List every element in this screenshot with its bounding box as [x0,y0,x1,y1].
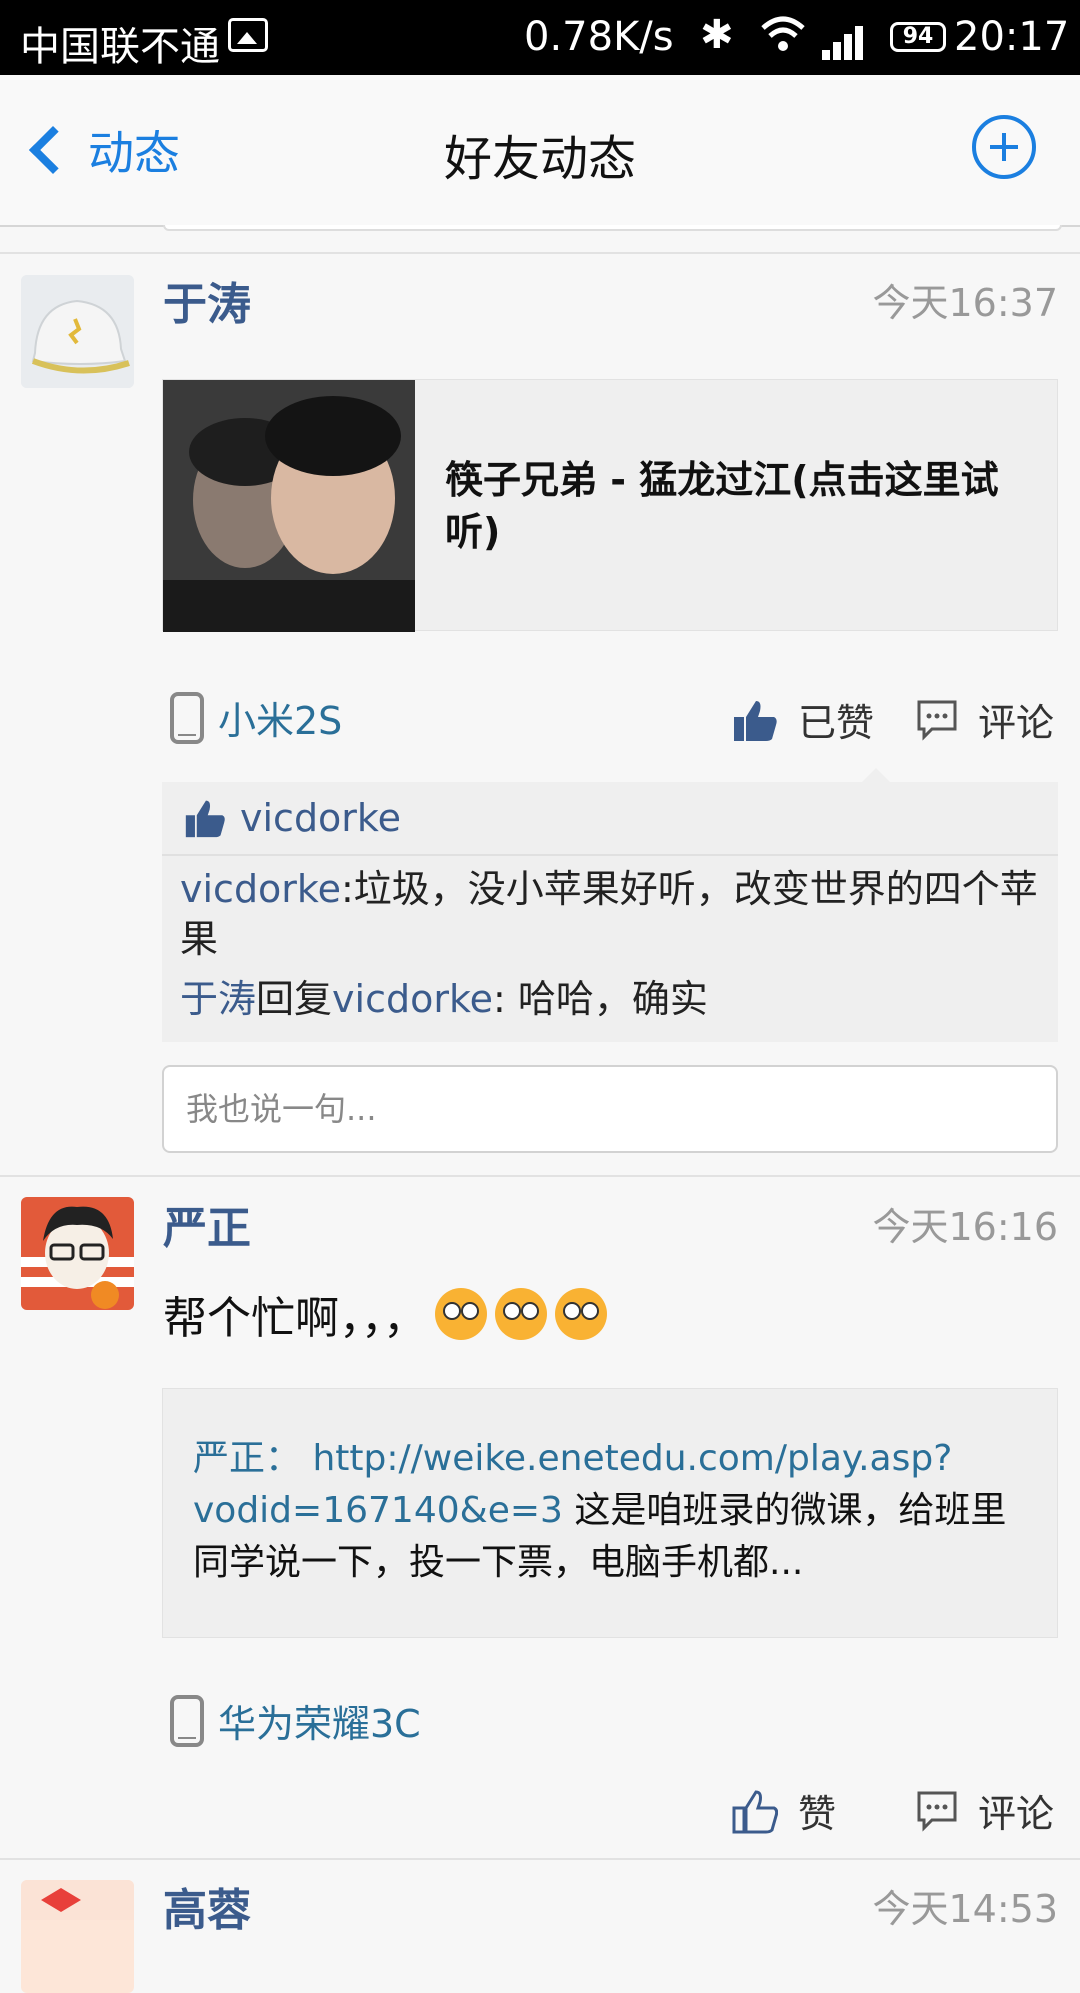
avatar[interactable] [21,275,134,388]
device-name: 小米2S [218,699,343,743]
like-label: 已赞 [798,701,875,745]
share-title: 筷子兄弟 - 猛龙过江(点击这里试听) [445,458,999,554]
add-icon[interactable] [972,115,1036,179]
likes-row: vicdorke [162,782,1058,856]
like-label: 赞 [798,1792,837,1836]
divider [0,252,1080,254]
comment-button[interactable]: 评论 [916,692,1054,747]
device-source: 华为荣耀3C [170,1693,421,1748]
network-speed: 0.78K/s [524,14,674,60]
reply-sep: : [493,977,518,1021]
comment-sep: : [340,867,354,911]
post-author[interactable]: 于涛 [163,268,251,332]
signal-icon [822,20,872,60]
comment-input[interactable]: 我也说一句... [162,1065,1058,1153]
post-author[interactable]: 高蓉 [163,1874,251,1938]
post-time: 今天14:53 [872,1887,1058,1931]
reply-item[interactable]: 于涛回复vicdorke: 哈哈，确实 [162,964,1058,1024]
avatar[interactable] [21,1197,134,1310]
divider [0,1858,1080,1860]
wifi-icon [760,14,806,64]
reply-to-user[interactable]: vicdorke [332,977,493,1021]
comment-user[interactable]: vicdorke [180,867,341,911]
reply-word: 回复 [256,977,333,1021]
like-button[interactable]: 已赞 [732,692,874,747]
link-author[interactable]: 严正： [193,1438,301,1479]
comment-pointer [862,768,890,782]
phone-icon [170,691,204,744]
divider [0,1175,1080,1177]
device-name: 华为荣耀3C [218,1702,421,1746]
share-thumbnail [163,380,415,632]
emoji-icon [435,1288,487,1340]
comment-icon [917,1791,957,1832]
post-author[interactable]: 严正 [163,1192,251,1256]
emoji-icon [495,1288,547,1340]
post-time: 今天16:37 [872,281,1058,325]
status-clock: 20:17 [954,14,1070,60]
status-bar: 中国联不通 0.78K/s ✱ 94 20:17 [0,0,1080,75]
comment-icon [917,700,957,741]
page-title: 好友动态 [443,131,636,187]
comment-label: 评论 [978,701,1055,745]
post-text: 帮个忙啊，，， [163,1282,607,1346]
emoji-icon [555,1288,607,1340]
battery-indicator: 94 [890,22,946,52]
image-notification-icon [228,18,268,52]
carrier-label: 中国联不通 [20,24,220,70]
previous-item-edge [163,225,1062,231]
post-time: 今天16:16 [872,1205,1058,1249]
phone-icon [170,1694,204,1747]
comment-button[interactable]: 评论 [916,1783,1054,1838]
liker-name[interactable]: vicdorke [240,796,401,840]
comments-panel: vicdorke vicdorke:垃圾，没小苹果好听，改变世界的四个苹果 于涛… [162,782,1058,1042]
nav-bar: 动态 好友动态 [0,75,1080,227]
thumbs-up-icon [185,800,225,838]
reply-text: 哈哈，确实 [517,977,708,1021]
music-share-card[interactable]: 筷子兄弟 - 猛龙过江(点击这里试听) [162,379,1058,632]
thumbs-up-outline-icon [732,1789,778,1833]
avatar[interactable] [21,1880,134,1993]
like-button[interactable]: 赞 [732,1783,836,1838]
post-text-content: 帮个忙啊，，， [163,1293,427,1344]
bluetooth-icon: ✱ [700,12,734,58]
comment-label: 评论 [978,1792,1055,1836]
thumbs-up-filled-icon [734,700,777,741]
reply-user[interactable]: 于涛 [180,977,256,1021]
link-share-card[interactable]: 严正： http://weike.enetedu.com/play.asp?vo… [162,1388,1058,1638]
comment-item[interactable]: vicdorke:垃圾，没小苹果好听，改变世界的四个苹果 [162,856,1058,964]
device-source: 小米2S [170,690,342,745]
